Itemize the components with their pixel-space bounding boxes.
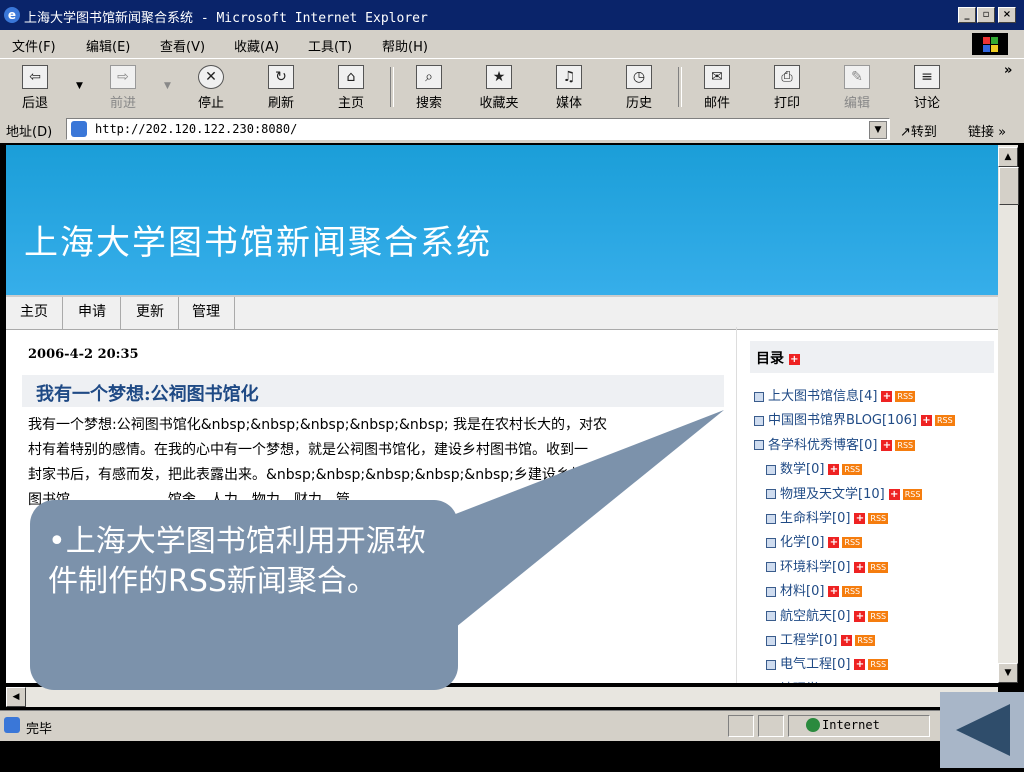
callout-pointer	[440, 410, 724, 640]
slide-back-button[interactable]	[940, 692, 1024, 768]
callout-box: •上海大学图书馆利用开源软件制作的RSS新闻聚合。	[30, 500, 458, 690]
callout-text: •上海大学图书馆利用开源软件制作的RSS新闻聚合。	[48, 524, 426, 599]
back-triangle-icon	[956, 704, 1010, 756]
